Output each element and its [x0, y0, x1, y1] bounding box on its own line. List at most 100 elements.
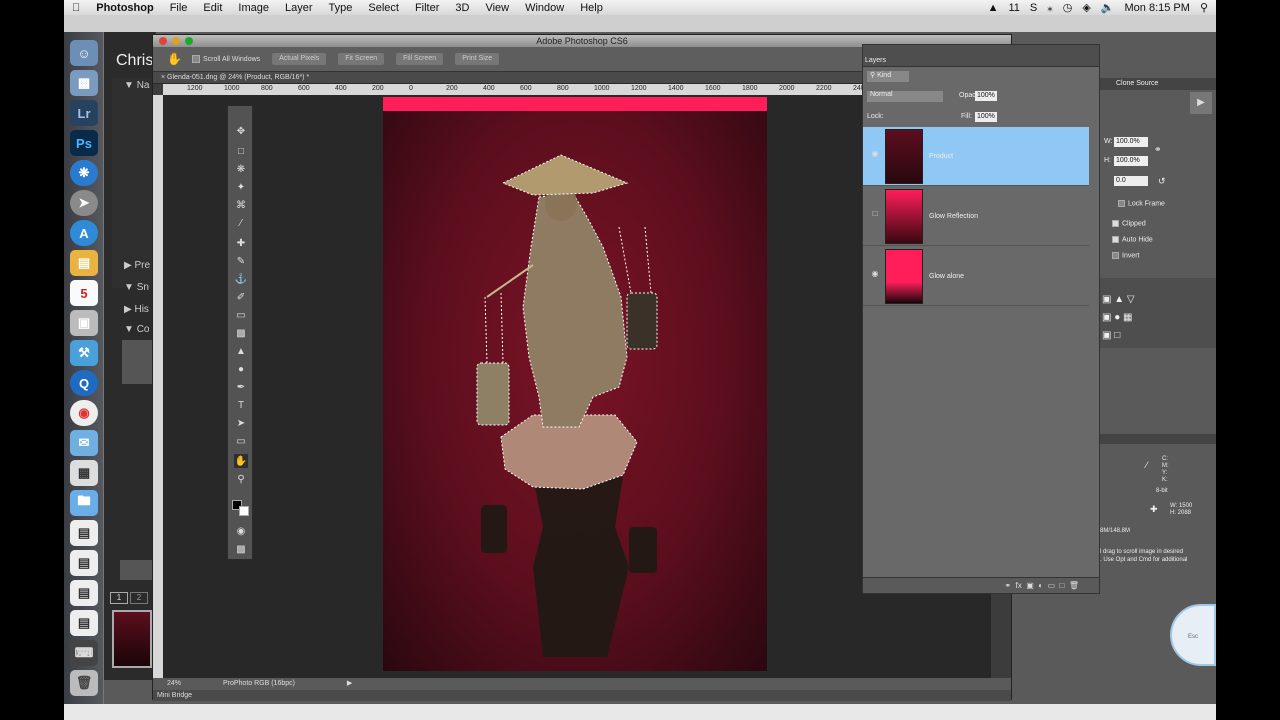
safari-icon[interactable]: ❋ — [70, 160, 98, 186]
document-canvas[interactable] — [383, 97, 767, 671]
color-profile[interactable]: ProPhoto RGB (16bpc) — [223, 680, 295, 687]
trash-icon[interactable]: 🗑 — [70, 670, 98, 696]
marquee-tool-icon[interactable]: □ — [234, 144, 248, 158]
blend-mode-select[interactable]: Normal — [867, 91, 943, 102]
piano-icon[interactable]: ▦ — [70, 460, 98, 486]
quick-select-icon[interactable]: ✦ — [234, 180, 248, 194]
layer-row-glow-reflection[interactable]: □ Glow Reflection — [863, 187, 1089, 246]
height-percent-input[interactable]: 100.0% — [1114, 156, 1148, 166]
mini-bridge-tab[interactable]: Mini Bridge — [153, 690, 1011, 701]
clock[interactable]: Mon 8:15 PM — [1125, 2, 1190, 14]
document-icon-2[interactable]: ▤ — [70, 550, 98, 576]
auto-hide-checkbox[interactable]: Auto Hide — [1112, 236, 1153, 243]
collection-thumb[interactable] — [122, 340, 152, 384]
menu-view[interactable]: View — [477, 2, 517, 14]
link-dimensions-icon[interactable]: ⚭ — [1154, 144, 1162, 155]
invert-checkbox[interactable]: Invert — [1112, 252, 1140, 259]
adjustment-presets-icons[interactable]: ▣ ▲ ▽ — [1102, 294, 1135, 305]
panel-history[interactable]: ▶ His — [124, 304, 149, 315]
print-size-button[interactable]: Print Size — [455, 53, 500, 65]
eraser-icon[interactable]: ▭ — [234, 308, 248, 322]
volume-icon[interactable]: 🔈 — [1101, 1, 1115, 14]
adjustment-presets-icons-3[interactable]: ▣ □ — [1102, 330, 1120, 341]
history-brush-icon[interactable]: ✐ — [234, 290, 248, 304]
app-store-icon[interactable]: A — [70, 220, 98, 246]
fill-input[interactable]: 100% — [975, 112, 997, 122]
width-percent-input[interactable]: 100.0% — [1114, 137, 1148, 147]
gradient-icon[interactable]: ▩ — [234, 326, 248, 340]
filmstrip-control[interactable] — [120, 560, 154, 580]
chrome-icon[interactable]: ◉ — [70, 400, 98, 426]
time-machine-icon[interactable]: ◷ — [1063, 1, 1073, 14]
eyedropper-icon[interactable]: ⁄ — [234, 216, 248, 230]
panel-presets[interactable]: ▶ Pre — [124, 260, 150, 271]
quicktime-icon[interactable]: Q — [70, 370, 98, 396]
page-2[interactable]: 2 — [130, 592, 148, 604]
visibility-eye-icon[interactable]: ◉ — [869, 149, 881, 161]
trash-icon[interactable]: 🗑 — [1069, 581, 1079, 590]
menu-help[interactable]: Help — [572, 2, 611, 14]
shape-tool-icon[interactable]: ▭ — [234, 434, 248, 448]
panel-snapshots[interactable]: ▼ Sn — [124, 282, 149, 293]
play-icon[interactable]: ▶ — [1190, 92, 1212, 114]
layers-tab[interactable]: Layers — [865, 57, 886, 64]
fill-screen-button[interactable]: Fill Screen — [396, 53, 444, 65]
lightroom-icon[interactable]: Lr — [70, 100, 98, 126]
tab-close-icon[interactable]: × — [161, 74, 165, 81]
document-icon-4[interactable]: ▤ — [70, 610, 98, 636]
pen-tool-icon[interactable]: ✒ — [234, 380, 248, 394]
mask-icon[interactable]: ▣ — [1026, 581, 1034, 590]
crop-tool-icon[interactable]: ⌘ — [234, 198, 248, 212]
screen-mode-icon[interactable]: ▩ — [234, 542, 248, 556]
wifi-icon[interactable]: ◈ — [1082, 1, 1090, 14]
folder-icon[interactable]: ▭ — [1048, 581, 1056, 590]
path-select-icon[interactable]: ➤ — [234, 416, 248, 430]
preview-icon[interactable]: ▩ — [70, 70, 98, 96]
adjustment-presets-icons-2[interactable]: ▣ ● ▦ — [1102, 312, 1133, 323]
fit-screen-button[interactable]: Fit Screen — [338, 53, 385, 65]
background-color[interactable] — [239, 506, 249, 516]
brush-tool-icon[interactable]: ✎ — [234, 254, 248, 268]
zoom-button[interactable] — [185, 37, 193, 45]
clone-stamp-icon[interactable]: ⚓ — [234, 272, 248, 286]
close-button[interactable] — [159, 37, 167, 45]
apple-icon[interactable]:  — [64, 2, 88, 14]
layer-row-product[interactable]: ◉ Product — [863, 127, 1089, 186]
zoom-level[interactable]: 24% — [167, 680, 181, 687]
clone-source-tab[interactable]: Clone Source — [1116, 80, 1158, 87]
type-tool-icon[interactable]: T — [234, 398, 248, 412]
visibility-empty-icon[interactable]: □ — [869, 209, 881, 221]
adjustment-icon[interactable]: ◐ — [1038, 581, 1043, 590]
menu-layer[interactable]: Layer — [277, 2, 321, 14]
status-s[interactable]: S — [1030, 2, 1037, 14]
hand-tool-icon[interactable]: ✋ — [167, 52, 182, 66]
calendar-icon[interactable]: 5 — [70, 280, 98, 306]
launchpad-icon[interactable]: ➤ — [70, 190, 98, 216]
page-1[interactable]: 1 — [110, 592, 128, 604]
opacity-input[interactable]: 100% — [975, 91, 997, 101]
lasso-tool-icon[interactable]: ❋ — [234, 162, 248, 176]
layer-row-glow-alone[interactable]: ◉ Glow alone — [863, 247, 1089, 306]
finder-icon[interactable]: ☺ — [70, 40, 98, 66]
zoom-tool-icon[interactable]: ⚲ — [234, 472, 248, 486]
dodge-tool-icon[interactable]: ● — [234, 362, 248, 376]
xcode-icon[interactable]: ⚒ — [70, 340, 98, 366]
visibility-eye-icon[interactable]: ◉ — [869, 269, 881, 281]
document-icon[interactable]: ▤ — [70, 520, 98, 546]
menu-file[interactable]: File — [162, 2, 196, 14]
panel-collections[interactable]: ▼ Co — [124, 324, 149, 335]
angle-input[interactable]: 0.0 — [1114, 176, 1148, 186]
status-arrow-icon[interactable]: ▶ — [347, 680, 352, 687]
search-icon[interactable]: ⚲ — [1200, 1, 1208, 14]
mail-icon[interactable]: ✉ — [70, 430, 98, 456]
new-layer-icon[interactable]: □ — [1060, 581, 1065, 590]
filmstrip-thumb[interactable] — [112, 610, 152, 668]
quick-mask-icon[interactable]: ◉ — [234, 524, 248, 538]
esc-button[interactable]: Esc — [1170, 604, 1216, 666]
reset-transform-icon[interactable]: ↺ — [1158, 176, 1166, 187]
menu-photoshop[interactable]: Photoshop — [88, 2, 161, 14]
bluetooth-icon[interactable]: ⁎ — [1047, 1, 1053, 14]
notes-icon[interactable]: ▤ — [70, 250, 98, 276]
minimize-button[interactable] — [172, 37, 180, 45]
clipped-checkbox[interactable]: Clipped — [1112, 220, 1146, 227]
